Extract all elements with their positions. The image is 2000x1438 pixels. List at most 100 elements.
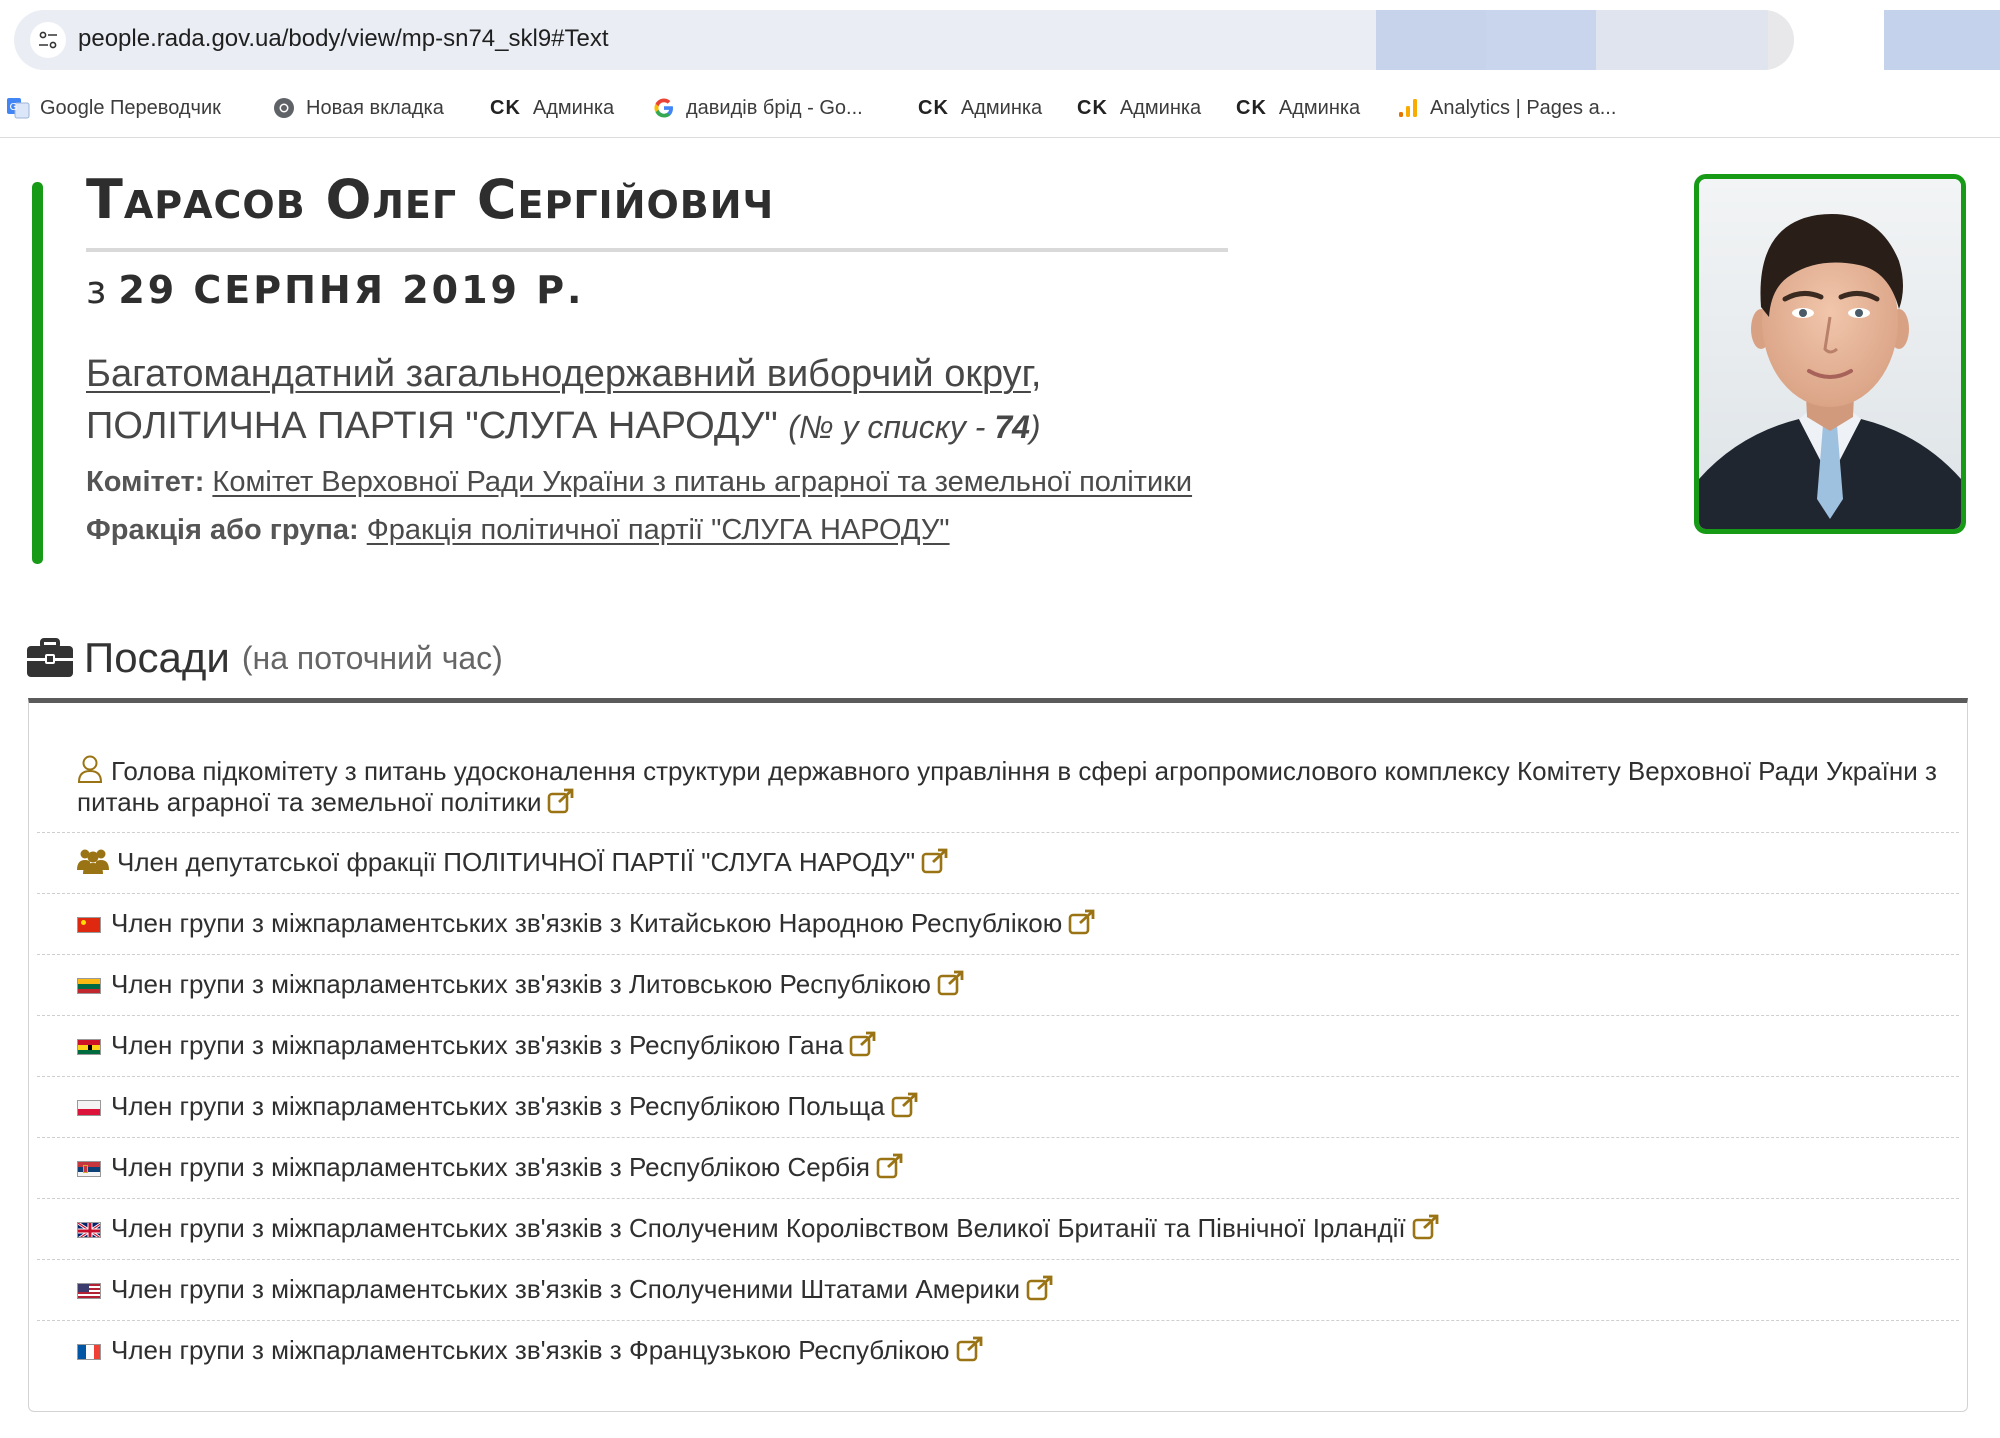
position-text: Член групи з міжпарламентських зв'язків … [77,969,1939,1000]
address-bar-redacted [1596,10,1768,70]
list-number: 74 [994,409,1030,445]
external-link-icon[interactable] [849,1031,877,1057]
flag-serbia-icon [77,1161,101,1177]
bookmark-label: Админка [1278,96,1361,119]
district-comma: , [1030,353,1042,395]
position-label: Член групи з міжпарламентських зв'язків … [111,1152,870,1182]
positions-list: Голова підкомітету з питань удосконаленн… [37,703,1959,1382]
external-link-icon[interactable] [1068,909,1096,935]
positions-subtitle: (на поточний час) [241,639,503,676]
committee-row: Комітет: Комітет Верховної Ради України … [86,466,1192,499]
since-date: 29 серпня 2019 р. [118,268,585,312]
external-link-icon[interactable] [891,1092,919,1118]
svg-text:G: G [10,102,18,113]
bookmark-google-search[interactable]: давидів брід - Go... [652,92,863,124]
positions-panel: Голова підкомітету з питань удосконаленн… [28,698,1968,1412]
external-link-icon[interactable] [956,1336,984,1362]
position-label: Член групи з міжпарламентських зв'язків … [111,969,931,999]
position-text: Член групи з міжпарламентських зв'язків … [77,1152,1939,1183]
ck-logo-icon: CK [490,96,521,119]
address-bar-redacted [1486,10,1596,70]
position-text: Член групи з міжпарламентських зв'язків … [77,1274,1939,1305]
profile-accent-bar [32,182,43,564]
position-text: Член депутатської фракції ПОЛІТИЧНОЇ ПАР… [77,847,1939,878]
bookmark-admin-3[interactable]: CK Админка [1077,92,1201,124]
position-label: Член депутатської фракції ПОЛІТИЧНОЇ ПАР… [117,847,916,877]
committee-label: Комітет: [86,466,205,498]
position-text: Член групи з міжпарламентських зв'язків … [77,1213,1939,1244]
position-item: Член групи з міжпарламентських зв'язків … [37,1199,1959,1260]
position-text: Член групи з міжпарламентських зв'язків … [77,1335,1939,1366]
group-icon [77,849,109,874]
chrome-icon [272,96,296,120]
position-item: Член групи з міжпарламентських зв'язків … [37,1016,1959,1077]
external-link-icon[interactable] [1412,1214,1440,1240]
briefcase-icon [27,638,73,677]
site-info-icon[interactable] [30,22,66,58]
bookmark-admin-2[interactable]: CK Админка [918,92,1042,124]
flag-france-icon [77,1344,101,1360]
bookmark-label: Analytics | Pages a... [1430,96,1617,119]
bookmark-label: давидів брід - Go... [686,96,863,119]
flag-poland-icon [77,1100,101,1116]
external-link-icon[interactable] [547,788,575,814]
position-label: Член групи з міжпарламентських зв'язків … [111,1335,950,1365]
bookmark-google-translate[interactable]: G Google Переводчик [6,92,221,124]
bookmark-label: Google Переводчик [40,96,221,119]
analytics-icon [1396,96,1420,120]
position-label: Член групи з міжпарламентських зв'язків … [111,1091,885,1121]
ck-logo-icon: CK [918,96,949,119]
address-bar-redacted [1768,10,1794,70]
external-link-icon[interactable] [1026,1275,1054,1301]
mp-photo [1694,174,1966,534]
bookmark-admin-1[interactable]: CK Админка [490,92,614,124]
bookmark-label: Админка [1119,96,1202,119]
position-item: Член групи з міжпарламентських зв'язків … [37,955,1959,1016]
position-label: Член групи з міжпарламентських зв'язків … [111,1030,844,1060]
user-outline-icon [77,755,103,783]
flag-usa-icon [77,1283,101,1299]
ck-logo-icon: CK [1077,96,1108,119]
position-item: Член групи з міжпарламентських зв'язків … [37,894,1959,955]
position-item: Член групи з міжпарламентських зв'язків … [37,1138,1959,1199]
faction-link[interactable]: Фракція політичної партії "СЛУГА НАРОДУ" [367,514,950,546]
google-icon [652,96,676,120]
committee-link[interactable]: Комітет Верховної Ради України з питань … [212,466,1192,498]
position-item: Член групи з міжпарламентських зв'язків … [37,1321,1959,1382]
faction-label: Фракція або група: [86,514,359,546]
flag-lithuania-icon [77,978,101,994]
external-link-icon[interactable] [921,848,949,874]
mandate-start: з 29 серпня 2019 р. [86,268,585,312]
external-link-icon[interactable] [876,1153,904,1179]
mp-name: Тарасов Олег Сергійович [86,168,775,231]
address-bar-redacted [1376,10,1486,70]
bookmark-analytics[interactable]: Analytics | Pages a... [1396,92,1616,124]
bookmarks-bar: G Google Переводчик Новая вкладка CK Адм… [0,88,2000,128]
faction-row: Фракція або група: Фракція політичної па… [86,514,950,547]
external-link-icon[interactable] [937,970,965,996]
positions-heading: Посади (на поточний час) [26,628,503,688]
position-label: Голова підкомітету з питань удосконаленн… [77,756,1937,817]
google-translate-icon: G [6,96,30,120]
position-text: Член групи з міжпарламентських зв'язків … [77,908,1939,939]
position-label: Член групи з міжпарламентських зв'язків … [111,1213,1406,1243]
position-item: Член групи з міжпарламентських зв'язків … [37,1260,1959,1321]
bookmark-new-tab[interactable]: Новая вкладка [272,92,444,124]
since-prefix: з [86,268,107,312]
browser-chrome: people.rada.gov.ua/body/view/mp-sn74_skl… [0,0,2000,138]
url-text[interactable]: people.rada.gov.ua/body/view/mp-sn74_skl… [78,25,609,53]
position-item: Голова підкомітету з питань удосконаленн… [37,703,1959,833]
district-link[interactable]: Багатомандатний загальнодержавний виборч… [86,353,1031,395]
flag-uk-icon [77,1222,101,1238]
list-close: ) [1029,409,1041,445]
position-text: Член групи з міжпарламентських зв'язків … [77,1091,1939,1122]
bookmark-label: Админка [532,96,615,119]
position-item: Член депутатської фракції ПОЛІТИЧНОЇ ПАР… [37,833,1959,894]
bookmark-admin-4[interactable]: CK Админка [1236,92,1360,124]
position-text: Член групи з міжпарламентських зв'язків … [77,1030,1939,1061]
position-label: Член групи з міжпарламентських зв'язків … [111,1274,1020,1304]
flag-china-icon [77,917,101,933]
address-bar[interactable]: people.rada.gov.ua/body/view/mp-sn74_skl… [14,10,1794,70]
bookmark-label: Админка [960,96,1043,119]
bookmark-label: Новая вкладка [306,96,444,119]
